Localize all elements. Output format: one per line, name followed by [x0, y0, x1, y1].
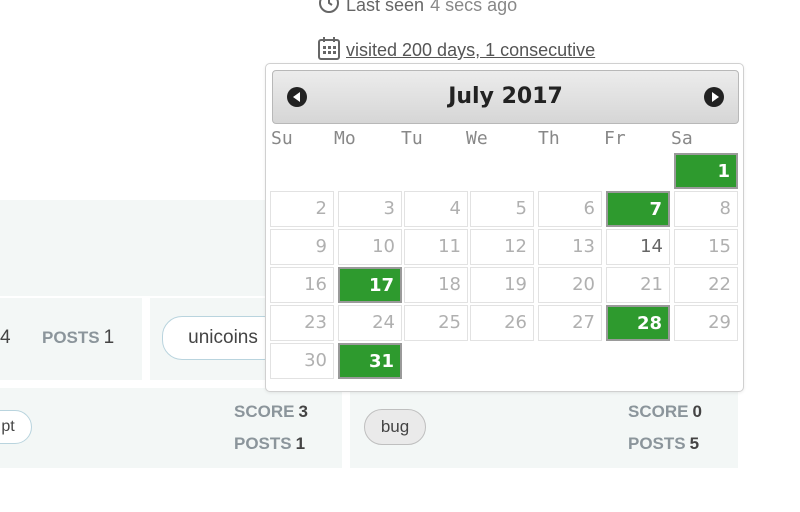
weekday-label: We [466, 128, 488, 149]
weekday-label: Mo [334, 128, 356, 149]
weekday-label: Th [538, 128, 560, 149]
calendar-day[interactable]: 20 [538, 267, 602, 303]
calendar-day[interactable]: 28 [606, 305, 670, 341]
datepicker-header: July 2017 [272, 70, 739, 124]
calendar-day[interactable]: 18 [404, 267, 468, 303]
next-month-icon[interactable] [704, 87, 724, 107]
weekday-label: Tu [401, 128, 423, 149]
left-score: SCORE 3 [234, 402, 308, 421]
calendar-day[interactable]: 10 [338, 229, 402, 265]
clock-icon [318, 0, 340, 19]
calendar-day[interactable]: 19 [470, 267, 534, 303]
calendar-day[interactable]: 2 [270, 191, 334, 227]
weekday-label: Sa [671, 128, 693, 149]
datepicker-title: July 2017 [448, 84, 563, 109]
calendar-day[interactable]: 3 [338, 191, 402, 227]
calendar-day[interactable]: 15 [674, 229, 738, 265]
calendar-day[interactable]: 25 [404, 305, 468, 341]
row1-count: 4 [0, 327, 11, 348]
calendar-day[interactable]: 23 [270, 305, 334, 341]
calendar-icon [318, 36, 340, 65]
calendar-day[interactable]: 4 [404, 191, 468, 227]
calendar-day[interactable]: 12 [470, 229, 534, 265]
calendar-day[interactable]: 22 [674, 267, 738, 303]
calendar-day[interactable]: 7 [606, 191, 670, 227]
weekday-label: Fr [604, 128, 626, 149]
calendar-day[interactable]: 13 [538, 229, 602, 265]
visited-row[interactable]: visited 200 days, 1 consecutive [318, 36, 595, 65]
calendar-day[interactable]: 27 [538, 305, 602, 341]
calendar-day[interactable]: 9 [270, 229, 334, 265]
visited-days-link[interactable]: visited 200 days, 1 consecutive [346, 40, 595, 61]
calendar-day[interactable]: 21 [606, 267, 670, 303]
last-seen-label: Last seen [346, 0, 425, 15]
left-posts: POSTS 1 [234, 434, 306, 453]
calendar-day[interactable]: 11 [404, 229, 468, 265]
weekday-label: Su [271, 128, 293, 149]
calendar-day[interactable]: 24 [338, 305, 402, 341]
last-seen-row: Last seen 4 secs ago [318, 0, 517, 19]
calendar-day[interactable]: 16 [270, 267, 334, 303]
calendar-day[interactable]: 26 [470, 305, 534, 341]
calendar-day[interactable]: 31 [338, 343, 402, 379]
tag-bug[interactable]: bug [364, 409, 426, 445]
calendar-day[interactable]: 14 [606, 229, 670, 265]
calendar-day[interactable]: 5 [470, 191, 534, 227]
right-posts: POSTS 5 [628, 434, 700, 453]
datepicker: July 2017 Su Mo Tu We Th Fr Sa 1 2 3 4 5 6 7 8 9 10 11 12… [265, 63, 744, 392]
calendar-day[interactable]: 30 [270, 343, 334, 379]
right-score: SCORE 0 [628, 402, 702, 421]
calendar-day[interactable]: 1 [674, 153, 738, 189]
last-seen-value: 4 secs ago [430, 0, 518, 15]
tag-card-left [0, 388, 342, 468]
calendar-day[interactable]: 17 [338, 267, 402, 303]
calendar-day[interactable]: 29 [674, 305, 738, 341]
calendar-day[interactable]: 8 [674, 191, 738, 227]
row1-posts: POSTS 1 [42, 327, 115, 348]
calendar-day[interactable]: 6 [538, 191, 602, 227]
